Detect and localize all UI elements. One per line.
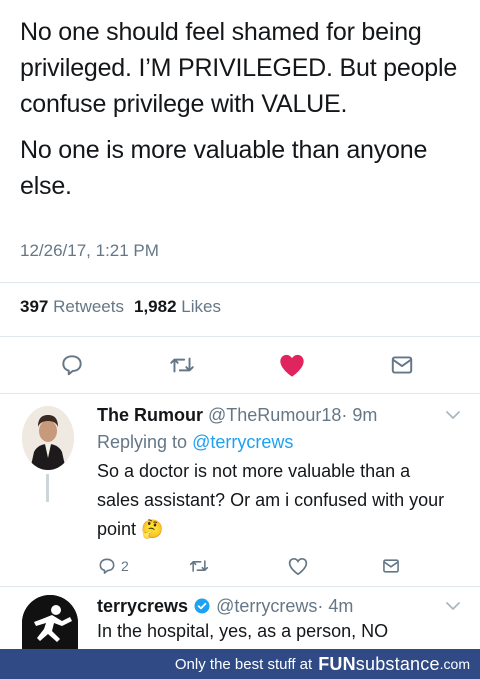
heart-icon [288,557,308,576]
reply-header: terrycrews @terrycrews· 4m [97,596,353,617]
tweet-paragraph: No one is more valuable than anyone else… [20,136,428,200]
retweet-icon [189,560,209,572]
reply-body: Replying to @terrycrews So a doctor is n… [97,428,457,544]
brand-main: FUN [318,653,356,674]
retweets-label: Retweets [53,297,124,316]
like-button[interactable] [287,556,309,576]
heart-icon [280,354,304,377]
reply-icon [62,355,82,376]
watermark-banner: Only the best stuff at FUNsubstance .com [0,649,480,679]
tweet-age: · 9m [341,405,378,425]
tweet-text: No one should feel shamed for being priv… [20,14,465,214]
author-name[interactable]: terrycrews [97,596,188,616]
brand-sub: substance [355,653,440,674]
tweet-timestamp[interactable]: 12/26/17, 1:21 PM [20,241,159,261]
retweet-button[interactable] [188,556,210,576]
replying-to-link[interactable]: @terrycrews [192,432,293,452]
likes-stat[interactable]: 1,982 Likes [134,297,221,316]
divider [0,336,480,337]
like-button[interactable] [272,345,312,385]
brand-domain: .com [439,656,470,672]
avatar-photo [22,406,74,470]
tweet-paragraph: No one should feel shamed for being priv… [20,18,458,118]
share-button[interactable] [382,345,422,385]
likes-count: 1,982 [133,297,177,316]
avatar[interactable] [22,406,74,470]
author-handle[interactable]: @terrycrews [216,596,317,616]
tweet-stats: 397 Retweets 1,982 Likes [20,297,221,317]
retweet-button[interactable] [162,345,202,385]
reply-tweet[interactable]: The Rumour @TheRumour18· 9m Replying to … [0,394,480,586]
share-icon [383,559,399,573]
thread-line [46,474,49,502]
tweet-age: · 4m [317,596,354,616]
chevron-down-icon [446,411,460,419]
likes-label: Likes [181,297,221,316]
thinking-face-emoji: 🤔 [141,519,164,539]
reply-button[interactable]: 2 [97,556,129,576]
share-button[interactable] [381,556,401,576]
retweets-count: 397 [20,297,49,316]
retweet-icon [170,357,194,373]
avatar[interactable] [22,595,78,649]
author-name[interactable]: The Rumour [97,405,203,425]
more-menu-button[interactable] [444,408,462,427]
share-icon [391,356,413,374]
author-handle[interactable]: @TheRumour18 [208,405,341,425]
tweet-actions [0,345,480,385]
verified-badge-icon [194,598,210,614]
divider [0,282,480,283]
more-menu-button[interactable] [444,599,462,618]
retweets-stat[interactable]: 397 Retweets [20,297,124,316]
reply-icon [99,558,115,574]
reply-button[interactable] [52,345,92,385]
replying-prefix: Replying to [97,432,188,452]
replying-to: Replying to @terrycrews [97,428,457,457]
reply-text: So a doctor is not more valuable than a … [97,457,457,544]
reply-text: In the hospital, yes, as a person, NO [97,621,389,641]
watermark-tagline: Only the best stuff at [174,655,313,673]
chevron-down-icon [446,602,460,610]
avatar-photo [22,595,78,649]
watermark-brand: FUNsubstance [318,654,439,675]
reply-tweet[interactable]: terrycrews @terrycrews· 4m In the hospit… [0,587,480,649]
reply-body: In the hospital, yes, as a person, NO [97,617,457,646]
reply-count: 2 [121,558,129,574]
reply-header: The Rumour @TheRumour18· 9m [97,405,377,426]
